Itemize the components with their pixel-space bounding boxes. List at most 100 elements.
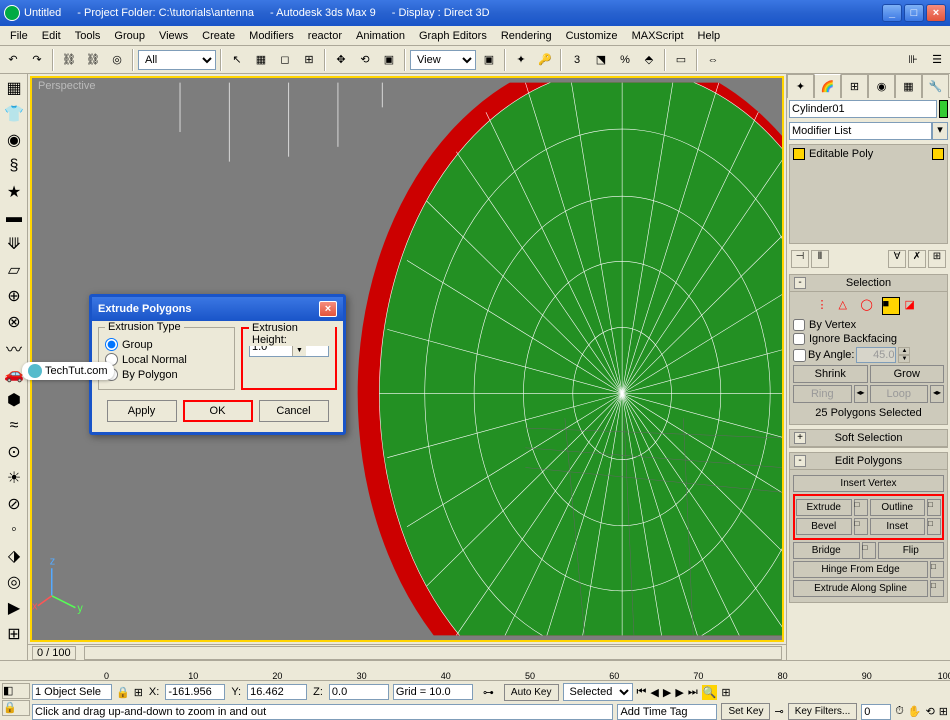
apply-button[interactable]: Apply	[107, 400, 177, 422]
outline-settings-icon[interactable]: □	[927, 499, 941, 516]
tool-anim-icon[interactable]: ⊞	[2, 622, 26, 646]
modifier-stack-item[interactable]: Editable Poly	[790, 145, 947, 163]
subobj-border-icon[interactable]: ◯	[860, 297, 878, 315]
bridge-button[interactable]: Bridge	[793, 542, 860, 559]
undo-icon[interactable]: ↶	[2, 49, 24, 71]
subobj-edge-icon[interactable]: △	[838, 297, 856, 315]
tool-rope-icon[interactable]: §	[2, 154, 26, 178]
tool-defmesh-icon[interactable]: ★	[2, 180, 26, 204]
tool-plane-icon[interactable]: ▱	[2, 258, 26, 282]
tab-motion-icon[interactable]: ◉	[868, 74, 895, 98]
tool-water-icon[interactable]: ≈	[2, 414, 26, 438]
time-scrollbar[interactable]	[84, 646, 782, 660]
lock-sel-icon[interactable]: 🔒	[116, 686, 130, 699]
select-icon[interactable]: ↖	[226, 49, 248, 71]
menu-views[interactable]: Views	[153, 28, 194, 43]
tool-wind-icon[interactable]: 〰	[2, 336, 26, 360]
scale-icon[interactable]: ▣	[378, 49, 400, 71]
extrude-spline-settings-icon[interactable]: □	[930, 580, 944, 597]
remove-mod-icon[interactable]: ✗	[908, 250, 926, 268]
select-name-icon[interactable]: ▦	[250, 49, 272, 71]
keymode-dropdown[interactable]: Selected	[563, 683, 633, 701]
extrude-button[interactable]: Extrude	[796, 499, 852, 516]
goto-start-icon[interactable]: ⏮	[637, 686, 647, 699]
bridge-settings-icon[interactable]: □	[862, 542, 876, 559]
mirror-icon[interactable]: ⇔	[702, 49, 724, 71]
menu-reactor[interactable]: reactor	[302, 28, 348, 43]
menu-animation[interactable]: Animation	[350, 28, 411, 43]
flip-button[interactable]: Flip	[878, 542, 945, 559]
hinge-button[interactable]: Hinge From Edge	[793, 561, 928, 578]
extrude-settings-icon[interactable]: □	[854, 499, 868, 516]
keymode-icon[interactable]: 🔑	[534, 49, 556, 71]
bevel-settings-icon[interactable]: □	[854, 518, 868, 535]
select-rect-icon[interactable]: ◻	[274, 49, 296, 71]
selection-filter[interactable]: All	[138, 50, 216, 70]
manip-icon[interactable]: ✦	[510, 49, 532, 71]
x-input[interactable]	[165, 684, 225, 700]
menu-edit[interactable]: Edit	[36, 28, 67, 43]
configure-icon[interactable]: ⊞	[928, 250, 946, 268]
tool-spring-icon[interactable]: ⟱	[2, 232, 26, 256]
next-frame-icon[interactable]: ▶	[675, 686, 683, 699]
z-input[interactable]	[329, 684, 389, 700]
snap-icon[interactable]: 3	[566, 49, 588, 71]
y-input[interactable]	[247, 684, 307, 700]
rotate-icon[interactable]: ⟲	[354, 49, 376, 71]
tab-create-icon[interactable]: ✦	[787, 74, 814, 98]
hinge-settings-icon[interactable]: □	[930, 561, 944, 578]
tab-utilities-icon[interactable]: 🔧	[922, 74, 949, 98]
ring-spinner[interactable]: ◂▸	[854, 385, 868, 403]
ring-button[interactable]: Ring	[793, 385, 852, 403]
tab-hierarchy-icon[interactable]: ⊞	[841, 74, 868, 98]
tool-softbody-icon[interactable]: ◉	[2, 128, 26, 152]
maximize-button[interactable]: □	[904, 4, 924, 22]
lock-icon[interactable]: 🔒	[2, 700, 30, 716]
ok-button[interactable]: OK	[183, 400, 253, 422]
unlink-icon[interactable]: ⛓	[82, 49, 104, 71]
goto-end-icon[interactable]: ⏭	[688, 686, 698, 699]
tool-preview-icon[interactable]: ▶	[2, 596, 26, 620]
radio-group[interactable]	[105, 338, 118, 351]
tool-col-icon[interactable]: ▬	[2, 206, 26, 230]
tool-dashpot-icon[interactable]: ⊕	[2, 284, 26, 308]
tool-rag-icon[interactable]: ☀	[2, 466, 26, 490]
inset-settings-icon[interactable]: □	[927, 518, 941, 535]
autokey-button[interactable]: Auto Key	[504, 684, 559, 701]
menu-tools[interactable]: Tools	[69, 28, 107, 43]
bind-icon[interactable]: ◎	[106, 49, 128, 71]
coord-mode-icon[interactable]: ⊞	[134, 686, 143, 699]
tool-hinge-icon[interactable]: ⊘	[2, 492, 26, 516]
angle-spinner[interactable]: ▲▼	[898, 347, 910, 363]
pin-stack-icon[interactable]: ⊣	[791, 250, 809, 268]
zoom-all-icon[interactable]: ⊞	[721, 686, 730, 699]
menu-grapheditors[interactable]: Graph Editors	[413, 28, 493, 43]
show-end-icon[interactable]: Ⅱ	[811, 250, 829, 268]
outline-button[interactable]: Outline	[870, 499, 926, 516]
loop-spinner[interactable]: ◂▸	[930, 385, 944, 403]
named-sel-icon[interactable]: ▭	[670, 49, 692, 71]
extrude-spline-button[interactable]: Extrude Along Spline	[793, 580, 928, 597]
window-crossing-icon[interactable]: ⊞	[298, 49, 320, 71]
menu-file[interactable]: File	[4, 28, 34, 43]
layers-icon[interactable]: ☰	[926, 49, 948, 71]
menu-help[interactable]: Help	[692, 28, 727, 43]
rollout-softsel-header[interactable]: + Soft Selection	[790, 430, 947, 447]
insert-vertex-button[interactable]: Insert Vertex	[793, 475, 944, 492]
pivot-icon[interactable]: ▣	[478, 49, 500, 71]
loop-button[interactable]: Loop	[870, 385, 929, 403]
play-icon[interactable]: ▶	[663, 686, 671, 699]
link-icon[interactable]: ⛓	[58, 49, 80, 71]
subobj-polygon-icon[interactable]: ■	[882, 297, 900, 315]
dropdown-arrow-icon[interactable]: ▾	[932, 122, 948, 140]
menu-create[interactable]: Create	[196, 28, 241, 43]
redo-icon[interactable]: ↷	[26, 49, 48, 71]
minimize-button[interactable]: _	[882, 4, 902, 22]
subobj-element-icon[interactable]: ◪	[904, 297, 922, 315]
menu-modifiers[interactable]: Modifiers	[243, 28, 300, 43]
modifier-list-dropdown[interactable]: Modifier List	[789, 122, 932, 140]
menu-maxscript[interactable]: MAXScript	[626, 28, 690, 43]
by-angle-checkbox[interactable]	[793, 349, 806, 362]
tool-const-icon[interactable]: ⊙	[2, 440, 26, 464]
cancel-button[interactable]: Cancel	[259, 400, 329, 422]
